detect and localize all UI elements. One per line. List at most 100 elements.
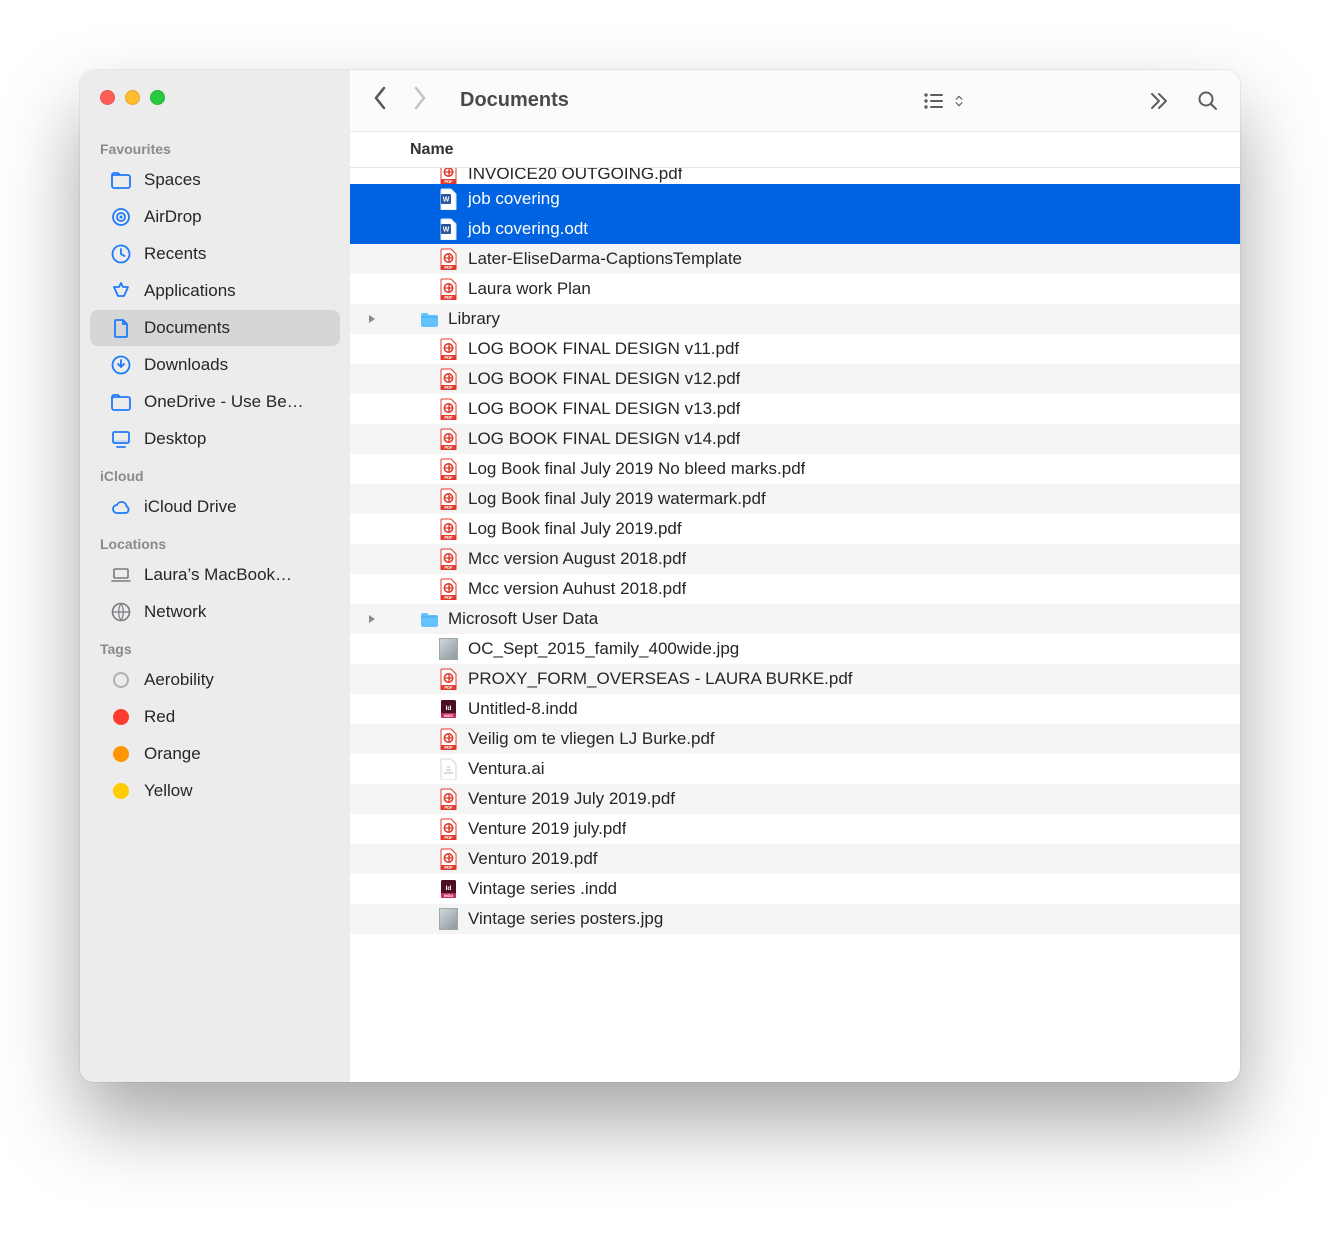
file-name: PROXY_FORM_OVERSEAS - LAURA BURKE.pdf bbox=[460, 669, 853, 689]
file-row[interactable]: Vintage series posters.jpg bbox=[350, 904, 1240, 934]
globe-icon bbox=[110, 601, 132, 623]
forward-button[interactable] bbox=[410, 84, 430, 117]
file-row[interactable]: Laura work Plan bbox=[350, 274, 1240, 304]
sidebar-item-network[interactable]: Network bbox=[90, 594, 340, 630]
file-row[interactable]: Library bbox=[350, 304, 1240, 334]
file-name: LOG BOOK FINAL DESIGN v12.pdf bbox=[460, 369, 740, 389]
sidebar-item-label: Downloads bbox=[144, 355, 228, 375]
file-row[interactable]: OC_Sept_2015_family_400wide.jpg bbox=[350, 634, 1240, 664]
sidebar-item-aerobility[interactable]: Aerobility bbox=[90, 662, 340, 698]
toolbar-overflow-button[interactable] bbox=[1140, 85, 1176, 117]
pdf-file-icon bbox=[436, 518, 460, 540]
sidebar-section-label: Locations bbox=[80, 526, 350, 556]
window-controls bbox=[80, 80, 350, 131]
toolbar: Documents bbox=[350, 70, 1240, 132]
sidebar-item-orange[interactable]: Orange bbox=[90, 736, 340, 772]
column-header-row[interactable]: Name bbox=[350, 132, 1240, 168]
file-name: Log Book final July 2019 watermark.pdf bbox=[460, 489, 766, 509]
sidebar-item-documents[interactable]: Documents bbox=[90, 310, 340, 346]
file-row[interactable]: Veilig om te vliegen LJ Burke.pdf bbox=[350, 724, 1240, 754]
file-row[interactable]: Log Book final July 2019 watermark.pdf bbox=[350, 484, 1240, 514]
file-row[interactable]: Ventura.ai bbox=[350, 754, 1240, 784]
folder-file-icon bbox=[416, 608, 440, 630]
pdf-file-icon bbox=[436, 578, 460, 600]
disclosure-triangle[interactable] bbox=[362, 614, 382, 624]
pdf-file-icon bbox=[436, 168, 460, 184]
view-mode-button[interactable] bbox=[916, 85, 972, 117]
sidebar-item-yellow[interactable]: Yellow bbox=[90, 773, 340, 809]
file-name: OC_Sept_2015_family_400wide.jpg bbox=[460, 639, 739, 659]
sidebar-section-label: Favourites bbox=[80, 131, 350, 161]
file-row[interactable]: LOG BOOK FINAL DESIGN v12.pdf bbox=[350, 364, 1240, 394]
back-button[interactable] bbox=[370, 84, 390, 117]
file-name: Venture 2019 july.pdf bbox=[460, 819, 626, 839]
sidebar-item-label: Aerobility bbox=[144, 670, 214, 690]
sidebar-item-label: Desktop bbox=[144, 429, 206, 449]
sidebar-item-laura-s-macbook[interactable]: Laura’s MacBook… bbox=[90, 557, 340, 593]
sidebar-item-label: Laura’s MacBook… bbox=[144, 565, 292, 585]
file-name: Vintage series .indd bbox=[460, 879, 617, 899]
pdf-file-icon bbox=[436, 428, 460, 450]
file-name: job covering.odt bbox=[460, 219, 588, 239]
download-icon bbox=[110, 354, 132, 376]
file-row[interactable]: Mcc version Auhust 2018.pdf bbox=[350, 574, 1240, 604]
desktop-icon bbox=[110, 428, 132, 450]
sidebar-item-red[interactable]: Red bbox=[90, 699, 340, 735]
file-name: Mcc version Auhust 2018.pdf bbox=[460, 579, 686, 599]
file-row[interactable]: PROXY_FORM_OVERSEAS - LAURA BURKE.pdf bbox=[350, 664, 1240, 694]
file-row[interactable]: Log Book final July 2019 No bleed marks.… bbox=[350, 454, 1240, 484]
file-row[interactable]: LOG BOOK FINAL DESIGN v14.pdf bbox=[350, 424, 1240, 454]
file-row[interactable]: LOG BOOK FINAL DESIGN v13.pdf bbox=[350, 394, 1240, 424]
file-name: Log Book final July 2019.pdf bbox=[460, 519, 682, 539]
file-row[interactable]: job covering.odt bbox=[350, 214, 1240, 244]
file-name: Untitled-8.indd bbox=[460, 699, 578, 719]
file-name: INVOICE20 OUTGOING.pdf bbox=[460, 168, 682, 184]
image-file-icon bbox=[436, 638, 460, 660]
pdf-file-icon bbox=[436, 488, 460, 510]
search-button[interactable] bbox=[1190, 85, 1226, 117]
file-row[interactable]: LOG BOOK FINAL DESIGN v11.pdf bbox=[350, 334, 1240, 364]
pdf-file-icon bbox=[436, 398, 460, 420]
sidebar-item-spaces[interactable]: Spaces bbox=[90, 162, 340, 198]
file-row[interactable]: Untitled-8.indd bbox=[350, 694, 1240, 724]
file-row[interactable]: Vintage series .indd bbox=[350, 874, 1240, 904]
pdf-file-icon bbox=[436, 458, 460, 480]
file-row[interactable]: Log Book final July 2019.pdf bbox=[350, 514, 1240, 544]
search-icon bbox=[1196, 89, 1220, 113]
column-header-name[interactable]: Name bbox=[410, 141, 454, 159]
file-row[interactable]: Venture 2019 july.pdf bbox=[350, 814, 1240, 844]
pdf-file-icon bbox=[436, 668, 460, 690]
sidebar-item-recents[interactable]: Recents bbox=[90, 236, 340, 272]
chevron-updown-icon bbox=[952, 91, 966, 111]
pdf-file-icon bbox=[436, 338, 460, 360]
file-list[interactable]: INVOICE20 OUTGOING.pdf job covering job co… bbox=[350, 168, 1240, 1082]
file-row[interactable]: Mcc version August 2018.pdf bbox=[350, 544, 1240, 574]
sidebar-item-label: Orange bbox=[144, 744, 201, 764]
file-name: Mcc version August 2018.pdf bbox=[460, 549, 686, 569]
tag-swatch-icon bbox=[110, 706, 132, 728]
sidebar-item-applications[interactable]: Applications bbox=[90, 273, 340, 309]
sidebar-item-onedrive-use-be[interactable]: OneDrive - Use Be… bbox=[90, 384, 340, 420]
folder-icon bbox=[110, 391, 132, 413]
sidebar-item-desktop[interactable]: Desktop bbox=[90, 421, 340, 457]
sidebar-item-label: Recents bbox=[144, 244, 206, 264]
sidebar-item-icloud-drive[interactable]: iCloud Drive bbox=[90, 489, 340, 525]
zoom-button[interactable] bbox=[150, 90, 165, 105]
file-row[interactable]: Microsoft User Data bbox=[350, 604, 1240, 634]
ai-file-icon bbox=[436, 758, 460, 780]
pdf-file-icon bbox=[436, 248, 460, 270]
sidebar-item-label: Network bbox=[144, 602, 206, 622]
sidebar-item-airdrop[interactable]: AirDrop bbox=[90, 199, 340, 235]
minimize-button[interactable] bbox=[125, 90, 140, 105]
sidebar-item-label: AirDrop bbox=[144, 207, 202, 227]
file-row[interactable]: Venture 2019 July 2019.pdf bbox=[350, 784, 1240, 814]
file-row[interactable]: Later-EliseDarma-CaptionsTemplate bbox=[350, 244, 1240, 274]
sidebar-item-downloads[interactable]: Downloads bbox=[90, 347, 340, 383]
file-row[interactable]: INVOICE20 OUTGOING.pdf bbox=[350, 168, 1240, 184]
file-row[interactable]: job covering bbox=[350, 184, 1240, 214]
close-button[interactable] bbox=[100, 90, 115, 105]
file-name: Ventura.ai bbox=[460, 759, 545, 779]
disclosure-triangle[interactable] bbox=[362, 314, 382, 324]
file-row[interactable]: Venturo 2019.pdf bbox=[350, 844, 1240, 874]
file-name: job covering bbox=[460, 189, 560, 209]
